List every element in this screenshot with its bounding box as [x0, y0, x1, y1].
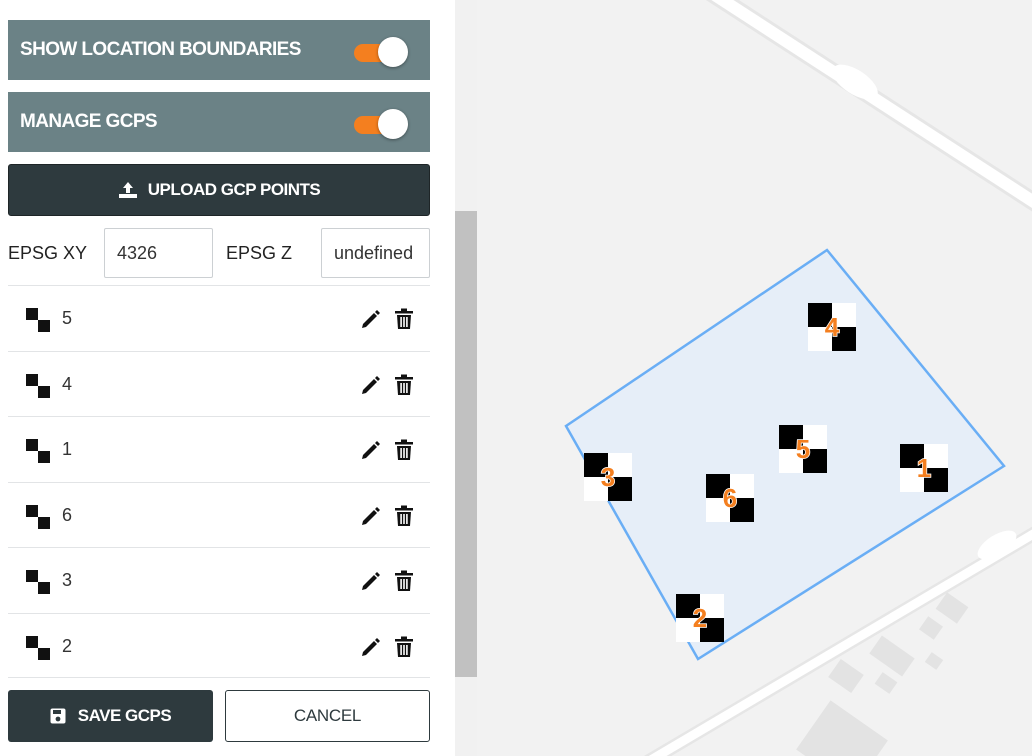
gcp-map-marker[interactable]: 1 [900, 444, 948, 492]
gcp-list-item[interactable]: 4 [8, 350, 430, 416]
map-canvas[interactable]: 4 5 1 3 6 2 [477, 0, 1032, 756]
gcp-marker-label: 2 [693, 603, 707, 633]
gcp-name: 6 [62, 504, 73, 525]
checkerboard-marker-icon [26, 308, 50, 332]
trash-icon[interactable] [394, 374, 414, 396]
epsg-z-label: EPSG Z [226, 243, 293, 263]
toggle-knob [378, 109, 408, 139]
upload-gcp-points-button[interactable]: UPLOAD GCP POINTS [8, 164, 430, 216]
gcp-side-panel: SHOW LOCATION BOUNDARIES MANAGE GCPS UPL… [0, 0, 438, 756]
pencil-icon[interactable] [360, 374, 382, 396]
toggle-label-manage-gcps: MANAGE GCPS [20, 111, 158, 132]
gcp-name: 5 [62, 308, 73, 328]
toggle-row-location-boundaries: SHOW LOCATION BOUNDARIES [8, 20, 430, 80]
cancel-button[interactable]: CANCEL [225, 690, 430, 742]
trash-icon[interactable] [394, 636, 414, 658]
gcp-map-marker[interactable]: 3 [584, 453, 632, 501]
gcp-map-marker[interactable]: 5 [779, 425, 827, 473]
floppy-disk-icon [50, 708, 66, 724]
pencil-icon[interactable] [360, 439, 382, 461]
gcp-marker-label: 5 [796, 434, 810, 464]
gcp-name: 4 [62, 373, 73, 394]
gcp-list-item[interactable]: 1 [8, 416, 430, 481]
trash-icon[interactable] [394, 570, 414, 592]
gcp-marker-label: 4 [825, 312, 840, 342]
gcp-name: 2 [62, 635, 73, 656]
checkerboard-marker-icon [26, 439, 50, 463]
pencil-icon[interactable] [360, 570, 382, 592]
trash-icon[interactable] [394, 439, 414, 461]
upload-icon [118, 182, 137, 198]
epsg-xy-label: EPSG XY [8, 243, 88, 263]
save-gcps-button[interactable]: SAVE GCPS [8, 690, 213, 742]
manage-gcps-toggle[interactable] [352, 109, 408, 139]
gcp-list-item[interactable]: 3 [8, 547, 430, 612]
epsg-z-input[interactable] [321, 228, 430, 278]
checkerboard-marker-icon [26, 373, 50, 398]
list-divider [8, 677, 430, 678]
gcp-map-marker[interactable]: 6 [706, 474, 754, 522]
cancel-button-label: CANCEL [293, 706, 362, 725]
toggle-knob [378, 37, 408, 67]
checkerboard-marker-icon [26, 635, 50, 660]
checkerboard-marker-icon [26, 570, 50, 594]
pencil-icon[interactable] [360, 505, 382, 527]
gcp-name: 3 [62, 570, 73, 590]
trash-icon[interactable] [394, 308, 414, 330]
toggle-row-manage-gcps: MANAGE GCPS [8, 92, 430, 152]
gcp-marker-label: 1 [917, 453, 931, 483]
location-boundaries-toggle[interactable] [352, 37, 408, 67]
gcp-list-item[interactable]: 5 [8, 285, 430, 350]
gcp-list-item[interactable]: 2 [8, 612, 430, 678]
gcp-map-marker[interactable]: 4 [808, 303, 856, 351]
trash-icon[interactable] [394, 505, 414, 527]
gcp-map-marker[interactable]: 2 [676, 594, 724, 642]
gcp-marker-label: 3 [601, 462, 615, 492]
road-upper [705, 0, 1032, 212]
epsg-xy-input[interactable] [104, 228, 213, 278]
panel-scrollbar-thumb[interactable] [455, 211, 477, 677]
checkerboard-marker-icon [26, 504, 50, 529]
map-view[interactable]: 4 5 1 3 6 2 [477, 0, 1032, 756]
pencil-icon[interactable] [360, 636, 382, 658]
app-root: SHOW LOCATION BOUNDARIES MANAGE GCPS UPL… [0, 0, 1032, 756]
gcp-name: 1 [62, 439, 73, 459]
pencil-icon[interactable] [360, 308, 382, 330]
toggle-label-location-boundaries: SHOW LOCATION BOUNDARIES [20, 39, 301, 60]
gcp-list-item[interactable]: 6 [8, 481, 430, 547]
save-button-label: SAVE GCPS [77, 706, 172, 725]
gcp-marker-label: 6 [723, 483, 737, 513]
upload-button-label: UPLOAD GCP POINTS [147, 180, 321, 199]
